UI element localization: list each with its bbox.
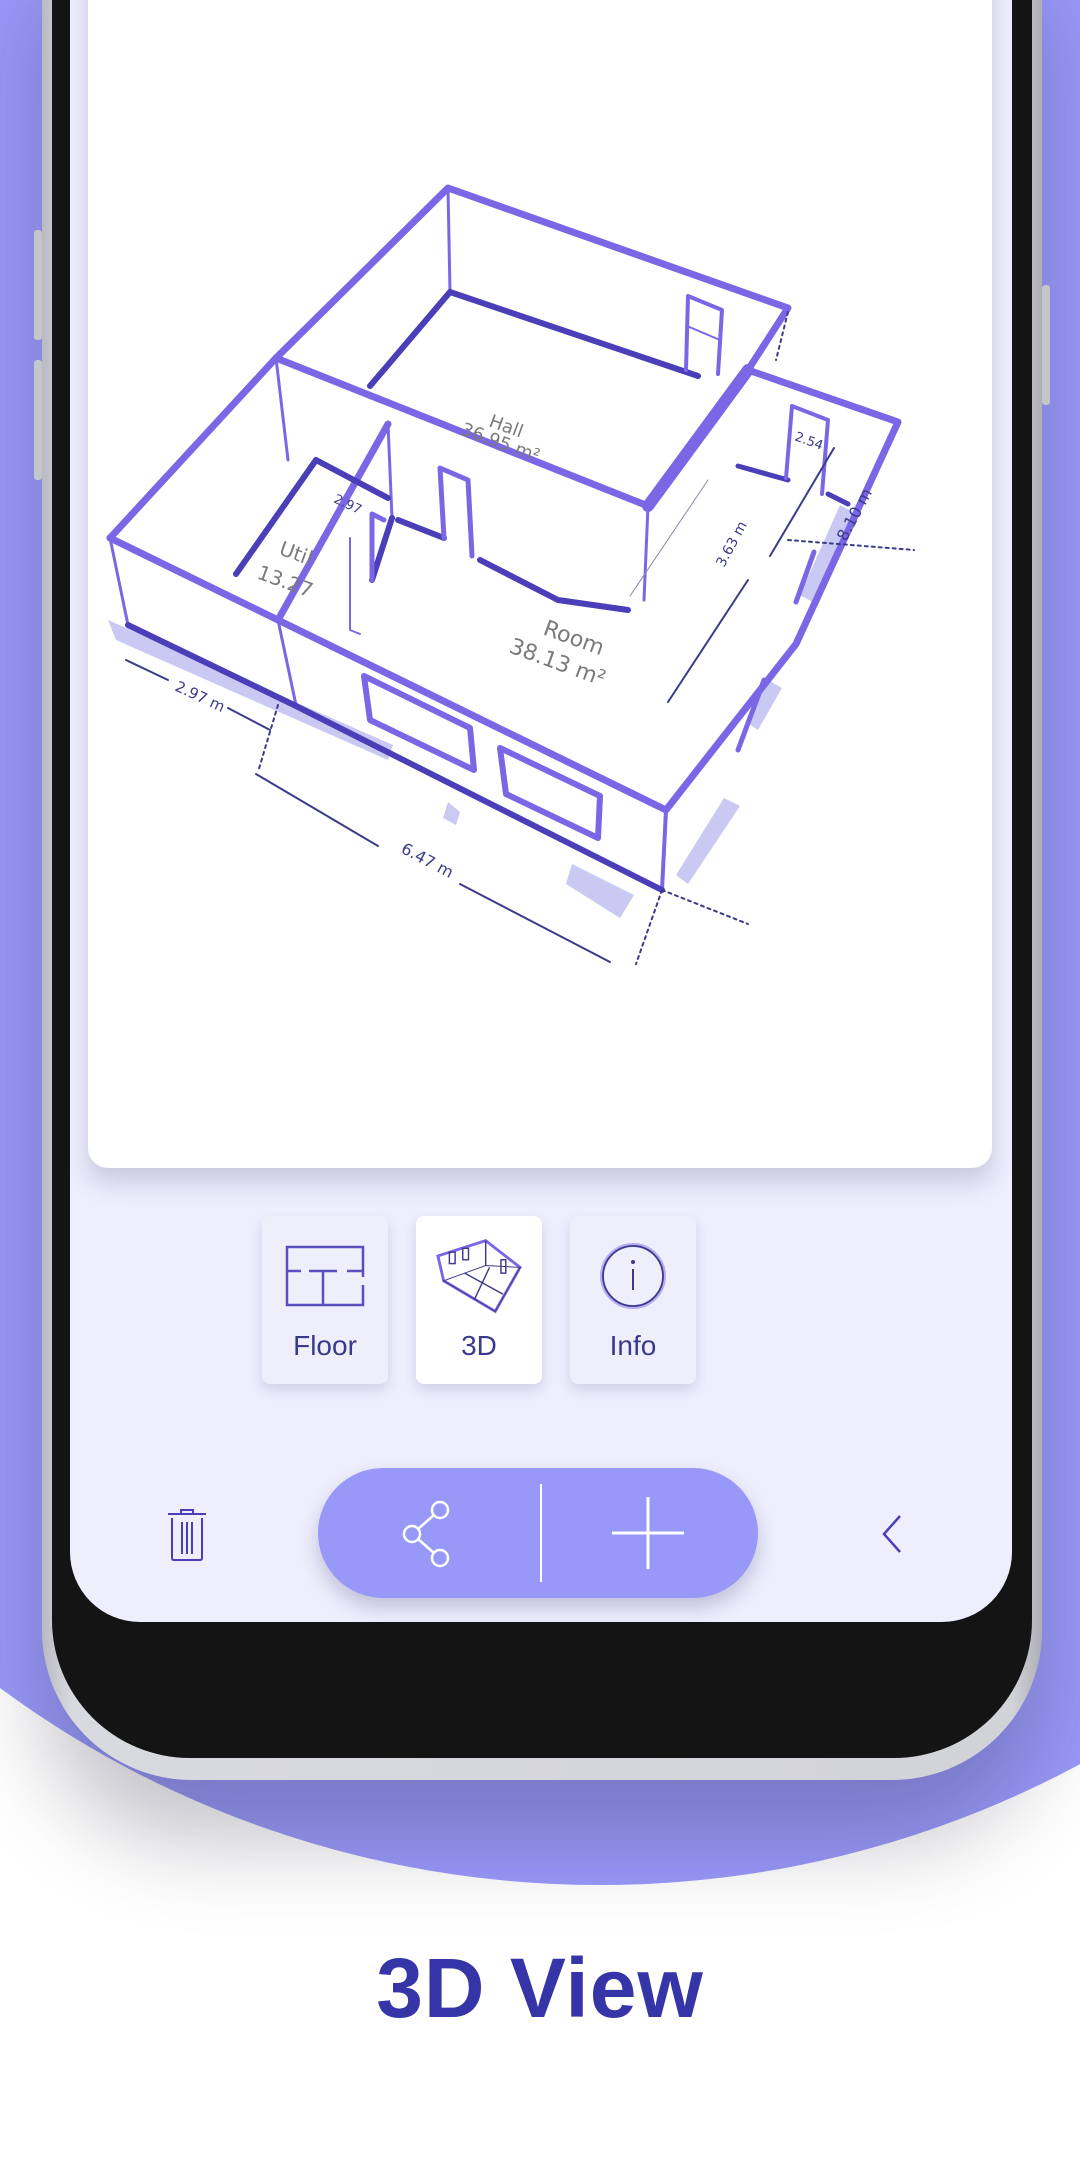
wall-edge — [274, 356, 290, 462]
wall-base — [369, 515, 395, 583]
wall-base — [735, 463, 791, 483]
wall-edge — [446, 186, 452, 294]
phone-side-button — [34, 360, 42, 480]
dimension-guide — [787, 539, 915, 551]
dimension-line — [125, 659, 169, 681]
view-mode-floor[interactable]: Floor — [262, 1216, 388, 1384]
dimension-guide — [661, 889, 749, 925]
ground-shadow — [443, 802, 460, 825]
bottom-toolbar — [70, 1468, 1012, 1598]
dimension-guide — [257, 704, 279, 773]
door — [684, 294, 724, 376]
wall-base — [477, 557, 631, 613]
3d-viewport[interactable]: Hall 36.95 m² Util 13.27 Room 38.13 m² 2… — [88, 0, 992, 1168]
page-headline: 3D View — [376, 1941, 704, 2035]
pill-divider — [540, 1484, 542, 1582]
dimension-label: 2.54 — [793, 430, 825, 454]
wall-edge — [386, 422, 394, 520]
view-mode-selector: Floor 3D Info — [262, 1216, 696, 1384]
floor-plan-3d[interactable]: Hall 36.95 m² Util 13.27 Room 38.13 m² 2… — [88, 0, 992, 1168]
wall-base — [825, 491, 851, 507]
dimension-line — [227, 707, 271, 731]
view-mode-3d[interactable]: 3D — [416, 1216, 542, 1384]
info-icon — [590, 1240, 676, 1312]
phone-side-button — [34, 230, 42, 340]
3d-room-icon — [436, 1239, 522, 1314]
view-mode-label: Floor — [293, 1330, 357, 1361]
wall-base — [395, 517, 447, 541]
door — [784, 404, 830, 496]
trash-icon — [168, 1509, 206, 1561]
wall-edge — [642, 504, 650, 602]
chevron-left-icon — [882, 1515, 901, 1553]
dimension-label: 6.47 m — [398, 839, 457, 882]
wall-base — [367, 289, 453, 389]
plus-icon — [612, 1497, 684, 1569]
ground-shadow — [108, 620, 393, 760]
phone-frame: Hall 36.95 m² Util 13.27 Room 38.13 m² 2… — [34, 0, 1050, 1780]
share-button[interactable] — [388, 1498, 468, 1568]
dimension-line — [255, 773, 379, 847]
wall-outline — [642, 364, 754, 512]
share-icon — [402, 1500, 450, 1568]
delete-button[interactable] — [162, 1506, 212, 1562]
view-mode-label: Info — [609, 1330, 657, 1361]
phone-side-button — [1042, 285, 1050, 405]
wall-base — [447, 289, 701, 379]
partition-wall — [349, 537, 361, 635]
view-mode-label: 3D — [461, 1330, 497, 1361]
add-button[interactable] — [608, 1493, 688, 1573]
partition-wall — [437, 465, 475, 559]
wall-edge — [108, 536, 130, 627]
ground-shadow — [676, 798, 740, 884]
dimension-label: 3.63 m — [713, 519, 750, 570]
wall-edge — [276, 618, 298, 707]
view-mode-info[interactable]: Info — [570, 1216, 696, 1384]
wall-edge — [660, 808, 668, 892]
dimension-guide — [635, 889, 663, 965]
back-button[interactable] — [876, 1512, 906, 1556]
dimension-line — [667, 579, 749, 703]
app-screen: Hall 36.95 m² Util 13.27 Room 38.13 m² 2… — [70, 0, 1012, 1622]
action-pill — [318, 1468, 758, 1598]
door-panel — [686, 325, 721, 341]
floor-plan-icon — [282, 1240, 368, 1312]
dimension-line — [769, 447, 835, 557]
dimension-line — [629, 479, 709, 597]
window — [497, 745, 603, 841]
